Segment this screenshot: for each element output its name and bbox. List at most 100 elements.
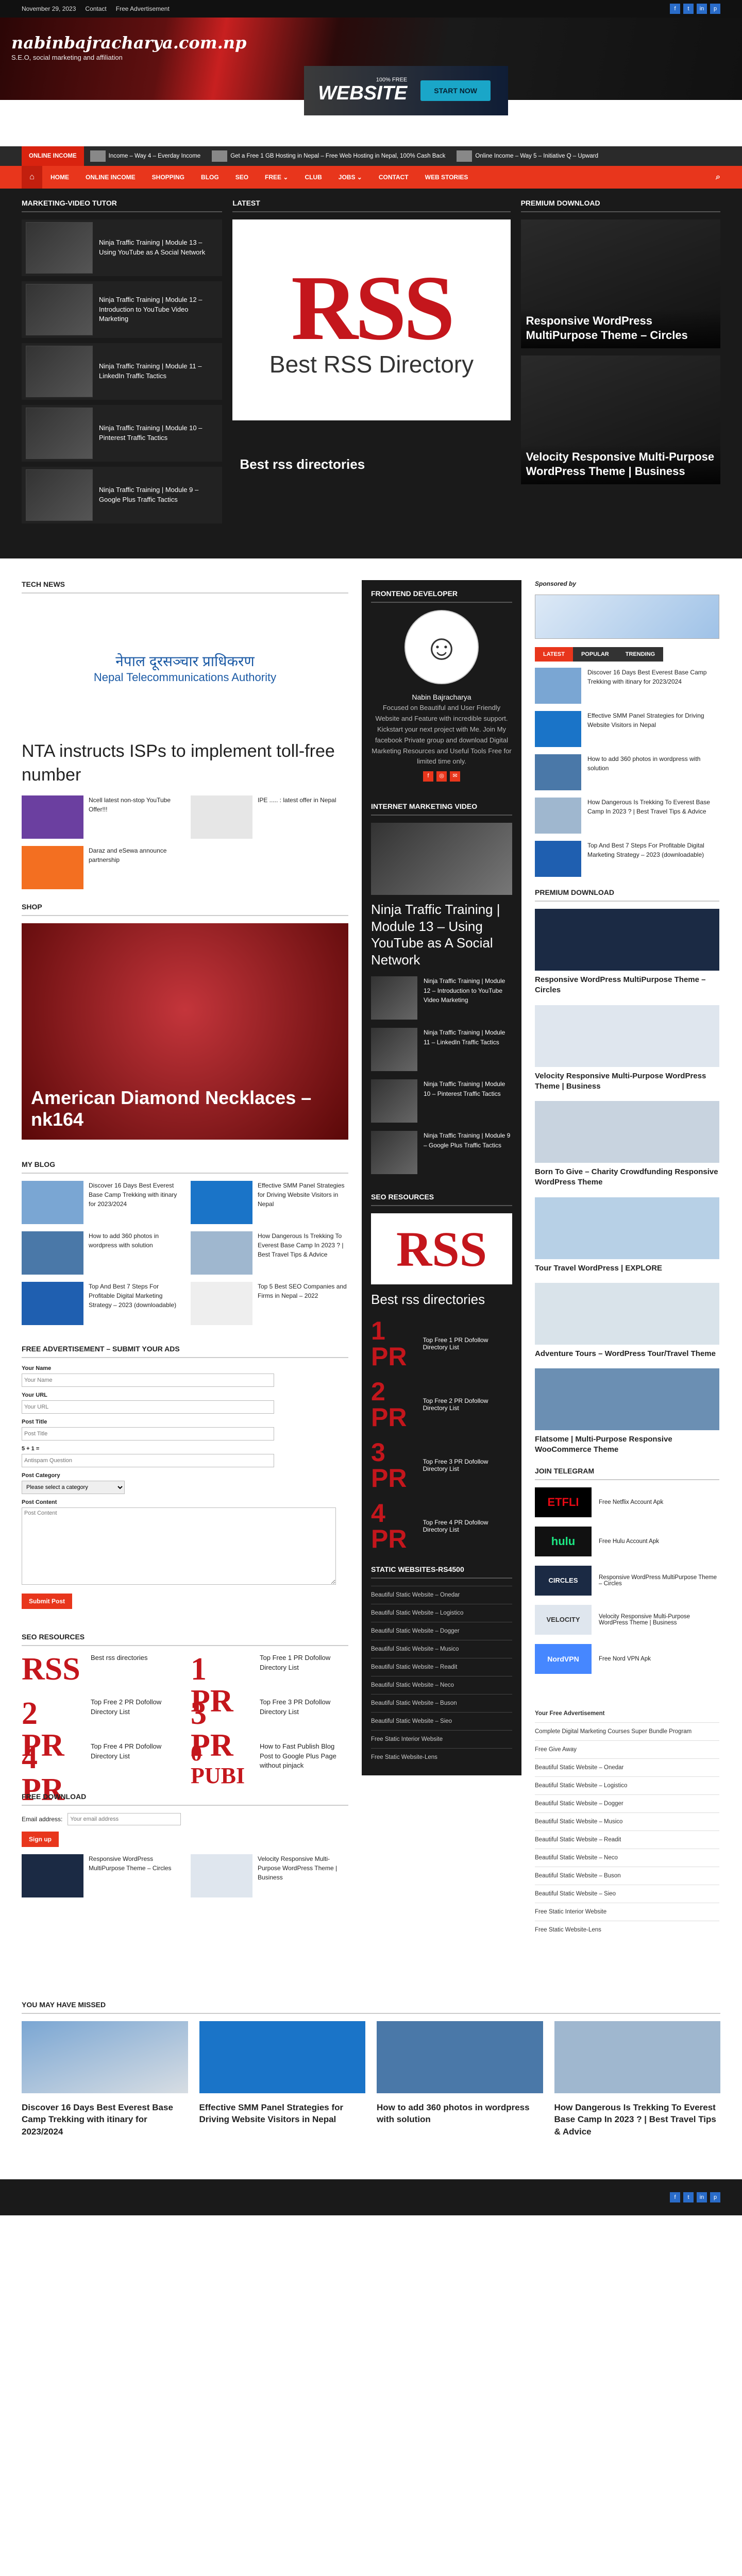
nav-item-home[interactable]: HOME (42, 174, 77, 181)
list-item[interactable]: Beautiful Static Website – Onedar (371, 1586, 512, 1604)
facebook-icon[interactable]: f (670, 4, 680, 14)
premium-card[interactable]: Velocity Responsive Multi-Purpose WordPr… (535, 1005, 719, 1092)
rss-image[interactable]: RSS (371, 1213, 512, 1285)
list-item[interactable]: 2 PR Top Free 2 PR Dofollow Directory Lis… (22, 1698, 179, 1761)
list-item[interactable]: Ninja Traffic Training | Module 10 – Pin… (371, 1079, 512, 1123)
list-item[interactable]: 1 PR Top Free 1 PR Dofollow Directory Lis… (191, 1653, 348, 1717)
list-item[interactable]: 4 PR Top Free 4 PR Dofollow Directory Lis… (22, 1742, 179, 1806)
video-thumbnail[interactable] (371, 823, 512, 895)
list-item[interactable]: 4 PR Top Free 4 PR Dofollow Directory Lis… (371, 1500, 512, 1552)
list-item[interactable]: Ninja Traffic Training | Module 11 – Lin… (371, 1028, 512, 1072)
url-field[interactable] (22, 1400, 274, 1414)
list-item[interactable]: Effective SMM Panel Strategies for Drivi… (199, 2021, 365, 2138)
list-item[interactable]: Beautiful Static Website – Dogger (371, 1622, 512, 1640)
list-item[interactable]: ETFLI Free Netflix Account Apk (535, 1487, 719, 1517)
tab-latest[interactable]: LATEST (535, 647, 573, 662)
list-item[interactable]: Discover 16 Days Best Everest Base Camp … (535, 668, 719, 704)
list-item[interactable]: Free Static Interior Website (535, 1902, 719, 1921)
facebook-icon[interactable]: f (670, 2192, 680, 2202)
pinterest-icon[interactable]: p (710, 2192, 720, 2202)
premium-card[interactable]: Adventure Tours – WordPress Tour/Travel … (535, 1282, 719, 1359)
list-item[interactable]: Discover 16 Days Best Everest Base Camp … (22, 1180, 179, 1224)
list-item[interactable]: NordVPN Free Nord VPN Apk (535, 1643, 719, 1674)
list-item[interactable]: Free Static Website-Lens (371, 1748, 512, 1766)
latest-featured-title[interactable]: Best rss directories (232, 456, 510, 472)
signup-button[interactable]: Sign up (22, 1831, 59, 1847)
list-item[interactable]: Free Static Website-Lens (535, 1920, 719, 1939)
email-field[interactable] (68, 1812, 181, 1825)
home-icon[interactable]: ⌂ (22, 166, 42, 189)
list-item[interactable]: Beautiful Static Website – Buson (535, 1866, 719, 1885)
post-content-field[interactable] (22, 1507, 336, 1585)
list-item[interactable]: Beautiful Static Website – Sieo (371, 1712, 512, 1730)
list-item[interactable]: Beautiful Static Website – Buson (371, 1694, 512, 1712)
list-item[interactable]: Effective SMM Panel Strategies for Drivi… (191, 1180, 348, 1224)
email-icon[interactable]: ✉ (450, 771, 460, 782)
premium-card[interactable]: Flatsome | Multi-Purpose Responsive WooC… (535, 1368, 719, 1455)
premium-card[interactable]: Born To Give – Charity Crowdfunding Resp… (535, 1101, 719, 1188)
giveaway-link[interactable]: Free Give Away (535, 1740, 719, 1758)
tech-news-headline[interactable]: NTA instructs ISPs to implement toll-fre… (22, 740, 348, 787)
list-item[interactable]: Beautiful Static Website – Musico (371, 1640, 512, 1658)
list-item[interactable]: hulu Free Hulu Account Apk (535, 1526, 719, 1556)
free-ad-link[interactable]: Your Free Advertisement (535, 1705, 719, 1722)
linkedin-icon[interactable]: in (697, 4, 707, 14)
list-item[interactable]: Beautiful Static Website – Onedar (535, 1758, 719, 1776)
nav-item-free[interactable]: FREE ⌄ (257, 174, 296, 181)
pinterest-icon[interactable]: p (710, 4, 720, 14)
instagram-icon[interactable]: ◎ (436, 771, 447, 782)
list-item[interactable]: How to add 360 photos in wordpress with … (535, 754, 719, 790)
list-item[interactable]: RSS Best rss directories (22, 1653, 179, 1688)
list-item[interactable]: Beautiful Static Website – Neco (535, 1848, 719, 1867)
list-item[interactable]: VELOCITY Velocity Responsive Multi-Purpos… (535, 1604, 719, 1635)
list-item[interactable]: Ninja Traffic Training | Module 12 – Int… (22, 281, 223, 338)
list-item[interactable]: Top 5 Best SEO Companies and Firms in Ne… (191, 1281, 348, 1325)
list-item[interactable]: 3 PR Top Free 3 PR Dofollow Directory Lis… (371, 1439, 512, 1491)
nav-item-shopping[interactable]: SHOPPING (144, 174, 193, 181)
video-headline[interactable]: Ninja Traffic Training | Module 13 – Usi… (371, 901, 512, 968)
tab-trending[interactable]: TRENDING (617, 647, 664, 662)
list-item[interactable]: Beautiful Static Website – Sieo (535, 1884, 719, 1903)
shop-featured[interactable]: American Diamond Necklaces – nk164 (22, 923, 348, 1140)
contact-link[interactable]: Contact (85, 5, 106, 12)
search-icon[interactable]: ⌕ (716, 173, 720, 182)
list-item[interactable]: Discover 16 Days Best Everest Base Camp … (22, 2021, 188, 2138)
list-item[interactable]: How Dangerous Is Trekking To Everest Bas… (535, 798, 719, 834)
course-link[interactable]: Complete Digital Marketing Courses Super… (535, 1722, 719, 1740)
nav-item-club[interactable]: CLUB (296, 174, 330, 181)
nav-item-online-income[interactable]: ONLINE INCOME (77, 174, 144, 181)
premium-card[interactable]: Velocity Responsive Multi-Purpose WordPr… (520, 355, 720, 484)
post-title-field[interactable] (22, 1427, 274, 1440)
list-item[interactable]: Ninja Traffic Training | Module 9 – Goog… (371, 1131, 512, 1175)
free-advertisement-link[interactable]: Free Advertisement (116, 5, 170, 12)
list-item[interactable]: Ninja Traffic Training | Module 9 – Goog… (22, 467, 223, 523)
list-item[interactable]: Ninja Traffic Training | Module 13 – Usi… (22, 219, 223, 276)
category-select[interactable]: Please select a category (22, 1480, 125, 1494)
premium-card[interactable]: Responsive WordPress MultiPurpose Theme … (535, 909, 719, 996)
list-item[interactable]: CIRCLES Responsive WordPress MultiPurpose… (535, 1565, 719, 1596)
nav-item-seo[interactable]: SEO (227, 174, 257, 181)
antispam-field[interactable] (22, 1453, 274, 1467)
nta-logo[interactable]: नेपाल दूरसञ्चार प्राधिकरण Nepal Telecommu… (22, 601, 348, 735)
ticker-item[interactable]: Income – Way 4 – Everday Income (90, 150, 200, 162)
list-item[interactable]: Effective SMM Panel Strategies for Drivi… (535, 711, 719, 747)
ticker-item[interactable]: Get a Free 1 GB Hosting in Nepal – Free … (212, 150, 445, 162)
list-item[interactable]: Beautiful Static Website – Musico (535, 1812, 719, 1831)
list-item[interactable]: 3 PR Top Free 3 PR Dofollow Directory Lis… (191, 1698, 348, 1761)
submit-post-button[interactable]: Submit Post (22, 1593, 73, 1609)
site-logo[interactable]: nabinbajracharya.com.np (11, 33, 246, 53)
list-item[interactable]: Ninja Traffic Training | Module 12 – Int… (371, 976, 512, 1020)
ticker-item[interactable]: Online Income – Way 5 – Initiative Q – U… (457, 150, 598, 162)
list-item[interactable]: Top And Best 7 Steps For Profitable Digi… (22, 1281, 179, 1325)
latest-featured-image[interactable]: RSS Best RSS Directory (232, 219, 511, 420)
list-item[interactable]: Top And Best 7 Steps For Profitable Digi… (535, 841, 719, 877)
banner-start-button[interactable]: START NOW (420, 80, 491, 101)
rss-headline[interactable]: Best rss directories (371, 1292, 512, 1308)
list-item[interactable]: Daraz and eSewa announce partnership (22, 845, 179, 889)
list-item[interactable]: 0 PUBI How to Fast Publish Blog Post to G… (191, 1741, 348, 1787)
tab-popular[interactable]: POPULAR (572, 647, 617, 662)
list-item[interactable]: How Dangerous Is Trekking To Everest Bas… (191, 1231, 348, 1275)
list-item[interactable]: Responsive WordPress MultiPurpose Theme … (22, 1854, 179, 1897)
list-item[interactable]: Ninja Traffic Training | Module 11 – Lin… (22, 343, 223, 400)
list-item[interactable]: Ninja Traffic Training | Module 10 – Pin… (22, 405, 223, 462)
